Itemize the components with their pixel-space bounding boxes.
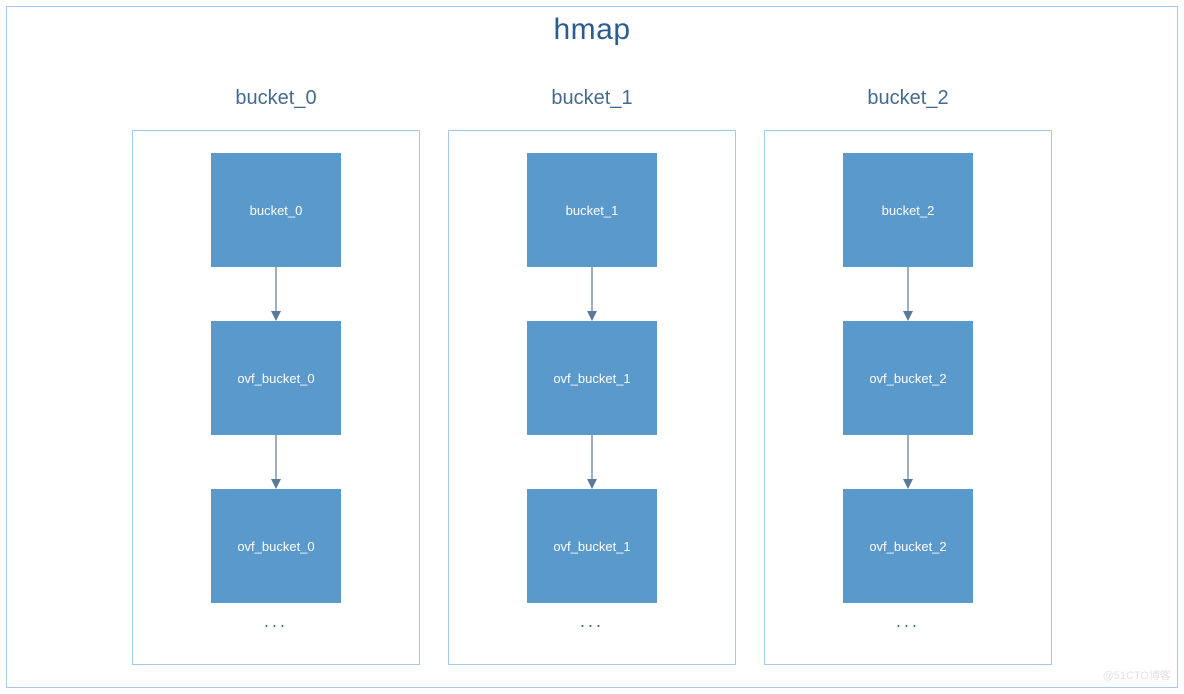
- arrow-down-icon: [275, 267, 277, 321]
- diagram-title: hmap: [7, 13, 1177, 47]
- bucket-column-1: bucket_1 bucket_1 ovf_bucket_1 ovf_bucke…: [448, 87, 736, 665]
- bucket-node: bucket_2: [843, 153, 973, 267]
- bucket-column-0: bucket_0 bucket_0 ovf_bucket_0 ovf_bucke…: [132, 87, 420, 665]
- bucket-column-header: bucket_1: [551, 87, 632, 110]
- hmap-outer-frame: hmap bucket_0 bucket_0 ovf_bucket_0 ovf_…: [6, 6, 1178, 688]
- ellipsis-label: ...: [896, 611, 920, 632]
- overflow-bucket-node: ovf_bucket_1: [527, 489, 657, 603]
- bucket-column-frame: bucket_2 ovf_bucket_2 ovf_bucket_2 ...: [764, 130, 1052, 665]
- arrow-down-icon: [591, 435, 593, 489]
- bucket-column-header: bucket_2: [867, 87, 948, 110]
- bucket-column-frame: bucket_0 ovf_bucket_0 ovf_bucket_0 ...: [132, 130, 420, 665]
- overflow-bucket-node: ovf_bucket_0: [211, 489, 341, 603]
- arrow-down-icon: [275, 435, 277, 489]
- ellipsis-label: ...: [264, 611, 288, 632]
- watermark-text: @51CTO博客: [1103, 667, 1171, 683]
- ellipsis-label: ...: [580, 611, 604, 632]
- overflow-bucket-node: ovf_bucket_2: [843, 321, 973, 435]
- bucket-column-header: bucket_0: [235, 87, 316, 110]
- arrow-down-icon: [591, 267, 593, 321]
- bucket-node: bucket_1: [527, 153, 657, 267]
- overflow-bucket-node: ovf_bucket_1: [527, 321, 657, 435]
- bucket-column-frame: bucket_1 ovf_bucket_1 ovf_bucket_1 ...: [448, 130, 736, 665]
- arrow-down-icon: [907, 267, 909, 321]
- arrow-down-icon: [907, 435, 909, 489]
- bucket-node: bucket_0: [211, 153, 341, 267]
- overflow-bucket-node: ovf_bucket_0: [211, 321, 341, 435]
- bucket-column-2: bucket_2 bucket_2 ovf_bucket_2 ovf_bucke…: [764, 87, 1052, 665]
- overflow-bucket-node: ovf_bucket_2: [843, 489, 973, 603]
- bucket-columns: bucket_0 bucket_0 ovf_bucket_0 ovf_bucke…: [7, 87, 1177, 665]
